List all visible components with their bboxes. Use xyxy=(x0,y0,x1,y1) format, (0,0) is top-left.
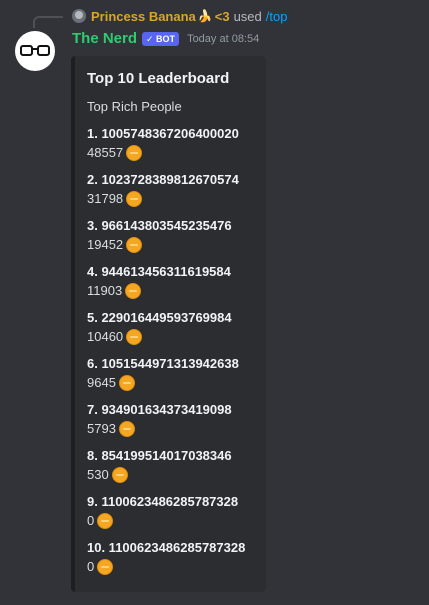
embed-title: Top 10 Leaderboard xyxy=(87,70,230,87)
coin-icon xyxy=(118,421,135,437)
entry-label: 7. 934901634373419098 xyxy=(87,402,232,417)
entry-amount: 9645 xyxy=(87,373,254,393)
entry-amount: 530 xyxy=(87,465,254,485)
coin-icon xyxy=(125,283,142,299)
banana-emoji-icon: 🍌 xyxy=(197,9,213,23)
entry-label: 5. 229016449593769984 xyxy=(87,310,232,325)
reply-avatar-icon[interactable] xyxy=(72,9,86,23)
coin-icon xyxy=(126,237,143,253)
bot-badge: ✓ BOT xyxy=(142,31,180,46)
bot-username[interactable]: The Nerd xyxy=(72,30,137,47)
entry-label: 4. 944613456311619584 xyxy=(87,264,231,279)
entry-amount-value: 0 xyxy=(87,559,95,574)
reply-reference[interactable]: Princess Banana 🍌 <3 used /top xyxy=(72,7,287,25)
entry-amount: 31798 xyxy=(87,189,254,209)
entry-label: 1. 1005748367206400020 xyxy=(87,126,239,141)
entry-label: 3. 966143803545235476 xyxy=(87,218,232,233)
nerd-glasses-icon xyxy=(20,45,50,56)
entry-amount-value: 10460 xyxy=(87,329,124,344)
reply-used-text: used xyxy=(233,8,262,24)
entry-amount-value: 9645 xyxy=(87,375,116,390)
coin-icon xyxy=(97,559,114,575)
entry-amount-value: 5793 xyxy=(87,421,116,436)
entry-amount: 0 xyxy=(87,557,254,577)
message-timestamp[interactable]: Today at 08:54 xyxy=(187,33,259,45)
leaderboard-embed: Top 10 Leaderboard Top Rich People 1. 10… xyxy=(71,56,266,592)
reply-command-link[interactable]: /top xyxy=(266,9,288,24)
coin-icon xyxy=(126,145,143,161)
entry-amount-value: 19452 xyxy=(87,237,124,252)
leaderboard-entry: 2. 1023728389812670574 31798 xyxy=(87,171,254,217)
reply-heart-text: <3 xyxy=(214,8,230,24)
entry-amount: 11903 xyxy=(87,281,254,301)
entry-label: 8. 854199514017038346 xyxy=(87,448,232,463)
entry-amount-value: 11903 xyxy=(87,283,123,298)
coin-icon xyxy=(97,513,114,529)
leaderboard-entry: 7. 934901634373419098 5793 xyxy=(87,401,254,447)
entry-amount-value: 0 xyxy=(87,513,95,528)
entry-amount: 10460 xyxy=(87,327,254,347)
leaderboard-entry: 9. 1100623486285787328 0 xyxy=(87,493,254,539)
entry-amount: 19452 xyxy=(87,235,254,255)
entry-label: 2. 1023728389812670574 xyxy=(87,172,239,187)
entry-label: 10. 1100623486285787328 xyxy=(87,540,246,555)
coin-icon xyxy=(126,329,143,345)
coin-icon xyxy=(126,191,143,207)
leaderboard-entry: 4. 944613456311619584 11903 xyxy=(87,263,254,309)
bot-avatar[interactable] xyxy=(15,31,55,71)
embed-description: Top Rich People xyxy=(87,99,182,114)
leaderboard-entry: 5. 229016449593769984 10460 xyxy=(87,309,254,355)
entry-amount-value: 530 xyxy=(87,467,109,482)
entry-label: 9. 1100623486285787328 xyxy=(87,494,239,509)
coin-icon xyxy=(118,375,135,391)
leaderboard-list: 1. 1005748367206400020 48557 2. 10237283… xyxy=(87,125,254,585)
leaderboard-entry: 3. 966143803545235476 19452 xyxy=(87,217,254,263)
entry-label: 6. 1051544971313942638 xyxy=(87,356,239,371)
entry-amount: 0 xyxy=(87,511,254,531)
reply-username[interactable]: Princess Banana xyxy=(91,9,196,24)
entry-amount: 5793 xyxy=(87,419,254,439)
message-header: The Nerd ✓ BOT Today at 08:54 xyxy=(72,30,259,47)
coin-icon xyxy=(111,467,128,483)
entry-amount-value: 48557 xyxy=(87,145,124,160)
entry-amount: 48557 xyxy=(87,143,254,163)
leaderboard-entry: 6. 1051544971313942638 9645 xyxy=(87,355,254,401)
reply-connector-line xyxy=(33,16,63,28)
leaderboard-entry: 8. 854199514017038346 530 xyxy=(87,447,254,493)
leaderboard-entry: 10. 1100623486285787328 0 xyxy=(87,539,254,585)
leaderboard-entry: 1. 1005748367206400020 48557 xyxy=(87,125,254,171)
entry-amount-value: 31798 xyxy=(87,191,124,206)
